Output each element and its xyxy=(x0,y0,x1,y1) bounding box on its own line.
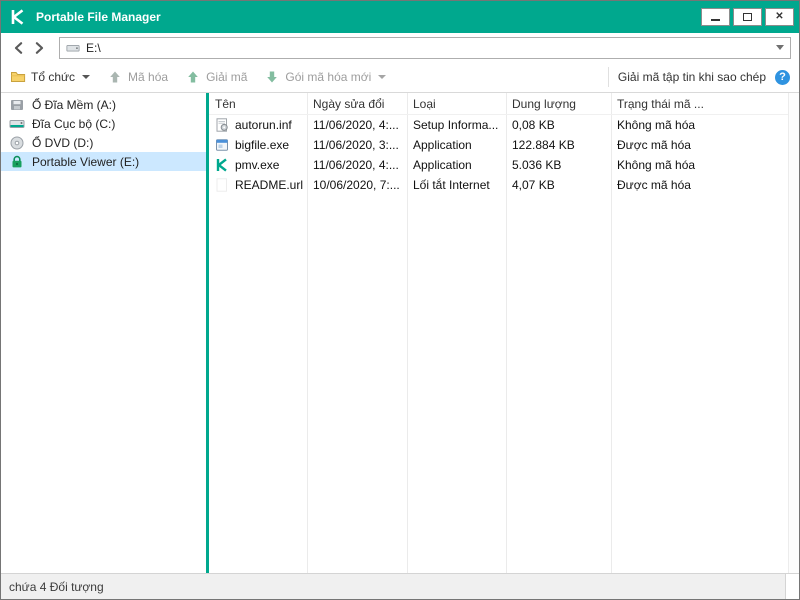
kaspersky-logo-icon xyxy=(9,8,27,26)
file-list-pane: Tên Ngày sửa đổi Loại Dung lượng Trạng thái … xyxy=(209,93,788,573)
decrypt-label: Giải mã xyxy=(206,70,248,84)
decrypt-arrow-icon xyxy=(185,69,201,85)
maximize-icon xyxy=(743,13,752,21)
forward-arrow-icon xyxy=(35,41,44,54)
file-name: autorun.inf xyxy=(235,118,292,132)
encrypt-label: Mã hóa xyxy=(128,70,169,84)
vertical-scrollbar-track[interactable] xyxy=(788,93,799,573)
close-icon: ✕ xyxy=(775,11,784,22)
toolbar-separator xyxy=(607,67,609,87)
file-type: Lối tắt Internet xyxy=(413,178,490,192)
window-title: Portable File Manager xyxy=(36,10,161,24)
close-button[interactable]: ✕ xyxy=(765,8,794,26)
file-status: Không mã hóa xyxy=(617,158,696,172)
resize-grip[interactable] xyxy=(785,574,799,599)
file-row[interactable]: bigfile.exe 11/06/2020, 3:... Application 1… xyxy=(209,135,788,155)
file-type: Application xyxy=(413,138,472,152)
file-type: Application xyxy=(413,158,472,172)
drive-tree: Ổ Đĩa Mềm (A:) Đĩa Cục bộ (C:) Ổ DVD (D:) P… xyxy=(1,93,206,573)
decrypt-button[interactable]: Giải mã xyxy=(185,69,247,85)
file-modified: 11/06/2020, 4:... xyxy=(313,118,399,132)
folder-icon xyxy=(10,69,26,85)
encrypt-arrow-icon xyxy=(107,69,123,85)
chevron-down-icon xyxy=(82,75,91,79)
file-size: 122.884 KB xyxy=(512,138,575,152)
new-package-arrow-icon xyxy=(264,69,280,85)
file-status: Được mã hóa xyxy=(617,138,691,152)
column-header[interactable]: Loại xyxy=(407,97,506,111)
titlebar: Portable File Manager ✕ xyxy=(1,1,799,33)
address-bar[interactable]: E:\ xyxy=(59,36,791,59)
navigation-bar: E:\ xyxy=(1,33,799,62)
decrypt-on-copy-label: Giải mã tập tin khi sao chép xyxy=(617,70,766,84)
organize-button[interactable]: Tổ chức xyxy=(10,69,91,85)
file-row[interactable]: README.url 10/06/2020, 7:... Lối tắt Inter… xyxy=(209,175,788,195)
portable-file-manager-window: Portable File Manager ✕ E:\ Tổ chức Mã h… xyxy=(0,0,800,600)
sidebar-item-label: Ổ DVD (D:) xyxy=(32,135,94,150)
file-size: 5.036 KB xyxy=(512,158,562,172)
drive-icon xyxy=(66,41,80,55)
setup-info-icon xyxy=(214,117,230,133)
file-modified: 11/06/2020, 4:... xyxy=(313,158,399,172)
file-name: pmv.exe xyxy=(235,158,280,172)
encrypt-button[interactable]: Mã hóa xyxy=(107,69,168,85)
back-button[interactable] xyxy=(9,37,29,59)
toolbar-right: Giải mã tập tin khi sao chép ? xyxy=(607,67,790,87)
forward-button[interactable] xyxy=(29,37,49,59)
column-header[interactable]: Ngày sửa đổi xyxy=(307,97,407,111)
column-header[interactable]: Trạng thái mã ... xyxy=(611,97,788,111)
minimize-button[interactable] xyxy=(701,8,730,26)
back-arrow-icon xyxy=(14,41,23,54)
floppy-icon xyxy=(9,97,25,113)
sidebar-item-label: Đĩa Cục bộ (C:) xyxy=(32,116,116,131)
file-row[interactable]: pmv.exe 11/06/2020, 4:... Application 5.036… xyxy=(209,155,788,175)
maximize-button[interactable] xyxy=(733,8,762,26)
organize-label: Tổ chức xyxy=(31,70,76,84)
window-controls: ✕ xyxy=(701,8,794,26)
application-icon xyxy=(214,137,230,153)
file-name: README.url xyxy=(235,178,304,192)
url-icon xyxy=(214,177,230,193)
file-status: Không mã hóa xyxy=(617,118,696,132)
file-name: bigfile.exe xyxy=(235,138,290,152)
chevron-down-icon xyxy=(378,75,387,79)
dvd-icon xyxy=(9,135,25,151)
column-header[interactable]: Tên xyxy=(209,97,307,111)
hdd-icon xyxy=(9,116,25,132)
file-modified: 10/06/2020, 7:... xyxy=(313,178,400,192)
file-list: autorun.inf 11/06/2020, 4:... Setup Inform… xyxy=(209,115,788,195)
sidebar-item-label: Ổ Đĩa Mềm (A:) xyxy=(32,97,117,112)
file-status: Được mã hóa xyxy=(617,178,691,192)
file-list-header: Tên Ngày sửa đổi Loại Dung lượng Trạng thái … xyxy=(209,93,788,115)
column-header[interactable]: Dung lượng xyxy=(506,97,611,111)
help-icon[interactable]: ? xyxy=(775,69,790,85)
content-area: Ổ Đĩa Mềm (A:) Đĩa Cục bộ (C:) Ổ DVD (D:) P… xyxy=(1,93,799,573)
file-modified: 11/06/2020, 3:... xyxy=(313,138,399,152)
address-dropdown-icon[interactable] xyxy=(776,45,784,50)
new-encrypted-package-button[interactable]: Gói mã hóa mới xyxy=(264,69,387,85)
new-package-label: Gói mã hóa mới xyxy=(285,70,372,84)
sidebar-item[interactable]: Ổ DVD (D:) xyxy=(1,133,206,152)
sidebar-item[interactable]: Ổ Đĩa Mềm (A:) xyxy=(1,95,206,114)
file-row[interactable]: autorun.inf 11/06/2020, 4:... Setup Inform… xyxy=(209,115,788,135)
sidebar-item-label: Portable Viewer (E:) xyxy=(32,154,140,169)
lock-icon xyxy=(9,154,25,170)
toolbar: Tổ chức Mã hóa Giải mã Gói mã hóa mới Gi… xyxy=(1,62,799,93)
file-type: Setup Informa... xyxy=(413,118,499,132)
minimize-icon xyxy=(711,19,720,21)
sidebar-item[interactable]: Portable Viewer (E:) xyxy=(1,152,206,171)
file-size: 0,08 KB xyxy=(512,118,555,132)
status-text: chứa 4 Đối tượng xyxy=(9,579,104,594)
address-path: E:\ xyxy=(86,40,101,55)
kaspersky-icon xyxy=(214,157,230,173)
sidebar-item[interactable]: Đĩa Cục bộ (C:) xyxy=(1,114,206,133)
status-bar: chứa 4 Đối tượng xyxy=(1,573,799,599)
file-size: 4,07 KB xyxy=(512,178,555,192)
